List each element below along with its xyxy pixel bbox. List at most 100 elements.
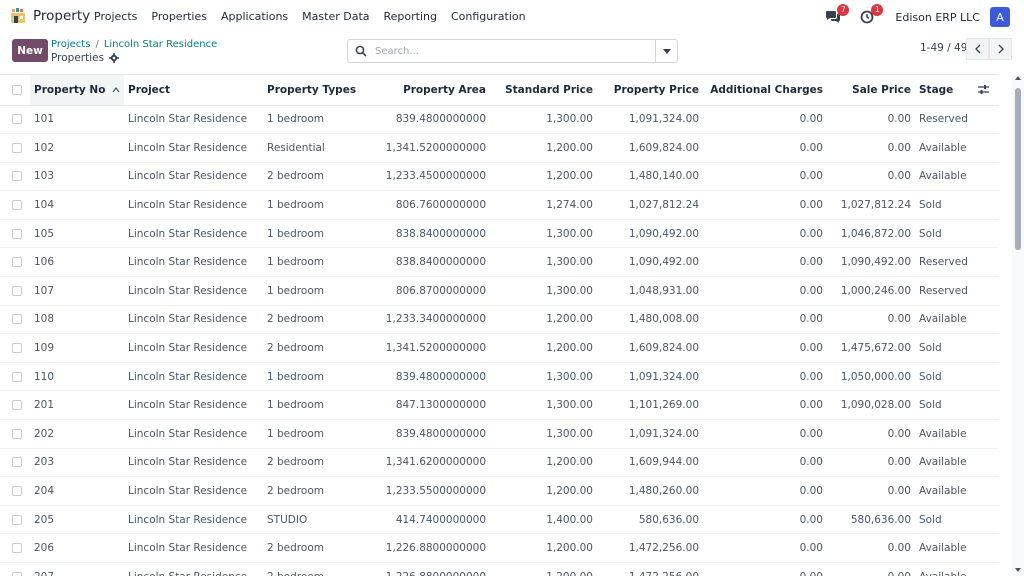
row-checkbox[interactable] xyxy=(0,562,30,576)
row-checkbox[interactable] xyxy=(0,190,30,220)
table-cell: 1,091,324.00 xyxy=(597,419,703,449)
table-row[interactable]: 104 Lincoln Star Residence 1 bedroom 806.76… xyxy=(0,190,999,220)
page-title: Properties xyxy=(51,52,120,64)
column-header-stage[interactable]: Stage xyxy=(915,75,974,106)
table-cell-spacer xyxy=(974,162,999,192)
pager-value[interactable]: 1-49 / 49 xyxy=(920,42,967,54)
row-checkbox[interactable] xyxy=(0,476,30,506)
table-row[interactable]: 103 Lincoln Star Residence 2 bedroom 1,233.… xyxy=(0,162,999,192)
table-cell: 1 bedroom xyxy=(263,362,367,392)
table-row[interactable]: 108 Lincoln Star Residence 2 bedroom 1,233.… xyxy=(0,305,999,335)
column-header-property-no[interactable]: Property No xyxy=(30,75,124,106)
table-row[interactable]: 102 Lincoln Star Residence Residential 1,34… xyxy=(0,133,999,163)
app-icon[interactable] xyxy=(9,7,27,25)
row-checkbox[interactable] xyxy=(0,305,30,335)
table-cell: 1,300.00 xyxy=(490,105,597,135)
table-row[interactable]: 205 Lincoln Star Residence STUDIO 414.74000… xyxy=(0,505,999,535)
row-checkbox[interactable] xyxy=(0,362,30,392)
breadcrumb-project[interactable]: Lincoln Star Residence xyxy=(104,39,217,50)
pager-next-button[interactable] xyxy=(989,38,1012,60)
menu-master-data[interactable]: Master Data xyxy=(302,10,369,23)
messages-badge: 7 xyxy=(837,4,850,16)
table-cell: 1,048,931.00 xyxy=(597,276,703,306)
messages-button[interactable]: 7 xyxy=(823,4,850,27)
table-row[interactable]: 207Lincoln Star Residence2 bedroom1,226.… xyxy=(0,562,999,576)
table-cell: 1,027,812.24 xyxy=(597,190,703,220)
gear-icon[interactable] xyxy=(109,53,120,63)
menu-configuration[interactable]: Configuration xyxy=(451,10,526,23)
row-checkbox[interactable] xyxy=(0,390,30,421)
new-button[interactable]: New xyxy=(12,39,48,62)
table-cell: Sold xyxy=(915,362,974,392)
optional-columns-toggle[interactable] xyxy=(974,75,999,106)
table-cell: 1,200.00 xyxy=(490,305,597,335)
table-row[interactable]: 101 Lincoln Star Residence 1 bedroom 839.48… xyxy=(0,105,999,135)
menu-properties[interactable]: Properties xyxy=(151,10,207,23)
table-cell: 1,233.5500000000 xyxy=(367,476,490,506)
row-checkbox[interactable] xyxy=(0,162,30,192)
table-row[interactable]: 204 Lincoln Star Residence 2 bedroom 1,233.… xyxy=(0,476,999,506)
scrollbar-thumb[interactable] xyxy=(1015,88,1021,250)
row-checkbox[interactable] xyxy=(0,219,30,249)
table-cell: Reserved xyxy=(915,247,974,278)
vertical-scrollbar[interactable] xyxy=(1012,74,1024,576)
menu-reporting[interactable]: Reporting xyxy=(384,10,437,23)
row-checkbox[interactable] xyxy=(0,276,30,306)
row-checkbox[interactable] xyxy=(0,419,30,449)
table-row[interactable]: 109 Lincoln Star Residence 2 bedroom 1,341.… xyxy=(0,333,999,363)
table-cell: 0.00 xyxy=(703,562,827,576)
column-header-sale-price[interactable]: Sale Price xyxy=(827,75,915,106)
company-switcher[interactable]: Edison ERP LLC xyxy=(895,11,980,24)
row-checkbox[interactable] xyxy=(0,133,30,163)
user-avatar[interactable]: A xyxy=(990,7,1010,27)
table-cell: 1,472,256.00 xyxy=(597,533,703,563)
table-cell: Sold xyxy=(915,505,974,535)
table-cell: 2 bedroom xyxy=(263,476,367,506)
table-row[interactable]: 201 Lincoln Star Residence 1 bedroom 847.13… xyxy=(0,390,999,421)
row-checkbox[interactable] xyxy=(0,448,30,478)
search-input[interactable] xyxy=(375,45,645,57)
scroll-up-arrow-icon[interactable] xyxy=(1015,76,1021,80)
table-row[interactable]: 107 Lincoln Star Residence 1 bedroom 806.87… xyxy=(0,276,999,306)
table-cell: Available xyxy=(915,476,974,506)
search-options-toggle[interactable] xyxy=(655,40,677,62)
scroll-down-arrow-icon[interactable] xyxy=(1015,568,1021,572)
table-row[interactable]: 206 Lincoln Star Residence 2 bedroom 1,226.… xyxy=(0,533,999,563)
row-checkbox[interactable] xyxy=(0,247,30,278)
table-row[interactable]: 105 Lincoln Star Residence 1 bedroom 838.84… xyxy=(0,219,999,249)
app-name[interactable]: Property xyxy=(33,8,90,24)
table-cell: 2 bedroom xyxy=(263,533,367,563)
table-cell: 203 xyxy=(30,448,124,478)
menu-projects[interactable]: Projects xyxy=(94,10,137,23)
select-all-checkbox[interactable] xyxy=(0,75,30,106)
table-cell: Sold xyxy=(915,333,974,363)
sliders-icon xyxy=(978,85,989,95)
column-header-property-area[interactable]: Property Area xyxy=(367,75,490,106)
table-cell: 1,400.00 xyxy=(490,505,597,535)
column-header-property-types[interactable]: Property Types xyxy=(263,75,367,106)
table-row[interactable]: 202 Lincoln Star Residence 1 bedroom 839.48… xyxy=(0,419,999,449)
table-cell: 1,027,812.24 xyxy=(827,190,915,220)
pager-previous-button[interactable] xyxy=(966,38,989,60)
table-cell: 1,200.00 xyxy=(490,533,597,563)
column-header-property-price[interactable]: Property Price xyxy=(597,75,703,106)
table-cell-spacer xyxy=(974,419,999,449)
breadcrumb-projects[interactable]: Projects xyxy=(51,39,90,50)
table-cell-spacer xyxy=(974,390,999,421)
menu-applications[interactable]: Applications xyxy=(221,10,288,23)
table-row[interactable]: 106 Lincoln Star Residence 1 bedroom 838.84… xyxy=(0,247,999,278)
table-row[interactable]: 110 Lincoln Star Residence 1 bedroom 839.48… xyxy=(0,362,999,392)
activity-button[interactable]: 1 xyxy=(857,4,884,27)
column-header-standard-price[interactable]: Standard Price xyxy=(490,75,597,106)
column-header-project[interactable]: Project xyxy=(124,75,263,106)
table-cell: 1,200.00 xyxy=(490,162,597,192)
pager-buttons xyxy=(966,38,1012,60)
row-checkbox[interactable] xyxy=(0,533,30,563)
table-cell: Lincoln Star Residence xyxy=(124,162,263,192)
table-cell: 0.00 xyxy=(703,276,827,306)
column-header-additional-charges[interactable]: Additional Charges xyxy=(703,75,827,106)
row-checkbox[interactable] xyxy=(0,333,30,363)
row-checkbox[interactable] xyxy=(0,505,30,535)
row-checkbox[interactable] xyxy=(0,105,30,135)
table-row[interactable]: 203 Lincoln Star Residence 2 bedroom 1,341.… xyxy=(0,448,999,478)
